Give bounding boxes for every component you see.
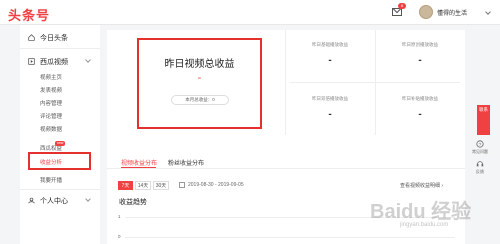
user-icon	[28, 197, 35, 204]
range-30d-button[interactable]: 30天	[153, 181, 169, 190]
new-badge: new	[55, 141, 66, 146]
divider	[107, 168, 465, 169]
mail-badge: 8	[398, 3, 406, 9]
watermark: Baidu 经验	[370, 201, 472, 223]
monthly-total-pill: 本月总收益：0	[171, 95, 229, 105]
feedback-label: 反馈	[476, 169, 484, 174]
help-label: 常见问题	[472, 149, 488, 154]
contact-button[interactable]: 联系	[477, 105, 490, 135]
revenue-detail-link-label: 查看视频收益明细	[400, 183, 441, 189]
chevron-down-icon	[85, 57, 91, 63]
sidebar-group-label: 个人中心	[40, 198, 68, 205]
username[interactable]: 懂得的生活	[437, 8, 467, 17]
stat-value: -	[418, 109, 422, 120]
yesterday-total-title: 昨日视频总收益	[164, 59, 235, 70]
svg-text:?: ?	[479, 142, 482, 148]
top-bar: 头条号 8 懂得的生活	[0, 0, 500, 25]
mail-icon[interactable]	[392, 8, 402, 16]
sidebar-item-comments[interactable]: 评论管理	[20, 109, 100, 122]
chart-title: 收益趋势	[119, 199, 147, 206]
sidebar-item-label: 发表视频	[40, 88, 63, 94]
headset-icon	[476, 161, 484, 167]
calendar-icon[interactable]	[179, 182, 185, 188]
stat-value: -	[328, 55, 332, 66]
home-icon	[28, 34, 35, 41]
stat-value: -	[418, 55, 422, 66]
feedback-button[interactable]: 反馈	[470, 160, 490, 175]
video-icon	[28, 58, 35, 65]
range-7d-button[interactable]: 7天	[118, 181, 133, 190]
revenue-detail-link[interactable]: 查看视频收益明细 ›	[400, 182, 443, 189]
y-tick-label: 1	[118, 214, 121, 219]
stat-label: 昨日补贴播放收益	[402, 96, 438, 101]
stat-label: 昨日双倍播放收益	[312, 96, 348, 101]
range-14d-button[interactable]: 14天	[135, 181, 151, 190]
watermark-url: jingyan.baidu.com	[400, 222, 449, 228]
stat-label: 昨日基础播放收益	[312, 42, 348, 47]
sidebar-item-label: 内容管理	[40, 101, 63, 107]
divider	[20, 48, 100, 49]
sidebar-item-label: 今日头条	[40, 35, 68, 42]
chevron-down-icon	[85, 196, 91, 202]
sidebar-item-content[interactable]: 内容管理	[20, 96, 100, 109]
sidebar-group-personal[interactable]: 个人中心	[20, 192, 100, 209]
sidebar-group-label: 西瓜视频	[40, 59, 68, 66]
question-icon: ?	[476, 140, 484, 148]
gridline	[125, 237, 455, 238]
yesterday-total-value: -	[197, 72, 202, 84]
y-tick-label: 0	[118, 234, 121, 239]
sidebar-item-label: 评论管理	[40, 114, 63, 120]
divider	[20, 189, 100, 190]
date-range[interactable]: 2019-08-30 - 2019-09-05	[188, 182, 244, 188]
sidebar-item-live[interactable]: 我要开播	[20, 173, 100, 186]
tab-fans-revenue[interactable]: 粉丝收益分布	[168, 158, 204, 167]
stat-value: -	[328, 109, 332, 120]
sidebar-item-label: 我要开播	[40, 178, 63, 184]
sidebar-item-video-data[interactable]: 视频数据	[20, 122, 100, 135]
sidebar-item-label: 视频主页	[40, 75, 63, 81]
chevron-right-icon: ›	[441, 183, 444, 189]
help-button[interactable]: ? 常见问题	[470, 140, 490, 155]
highlight-box	[28, 152, 91, 170]
logo[interactable]: 头条号	[8, 5, 50, 24]
tab-video-revenue[interactable]: 视频收益分布	[121, 158, 157, 167]
sidebar-item-publish[interactable]: 发表视频	[20, 83, 100, 96]
sidebar-item-home[interactable]: 今日头条	[20, 29, 100, 46]
sidebar-item-video-home[interactable]: 视频主页	[20, 70, 100, 83]
chevron-down-icon[interactable]	[485, 9, 491, 15]
stat-label: 昨日原创播放收益	[402, 42, 438, 47]
divider	[290, 82, 460, 83]
avatar[interactable]	[419, 5, 433, 19]
sidebar-group-video[interactable]: 西瓜视频	[20, 53, 100, 70]
sidebar-item-label: 视频数据	[40, 127, 63, 133]
